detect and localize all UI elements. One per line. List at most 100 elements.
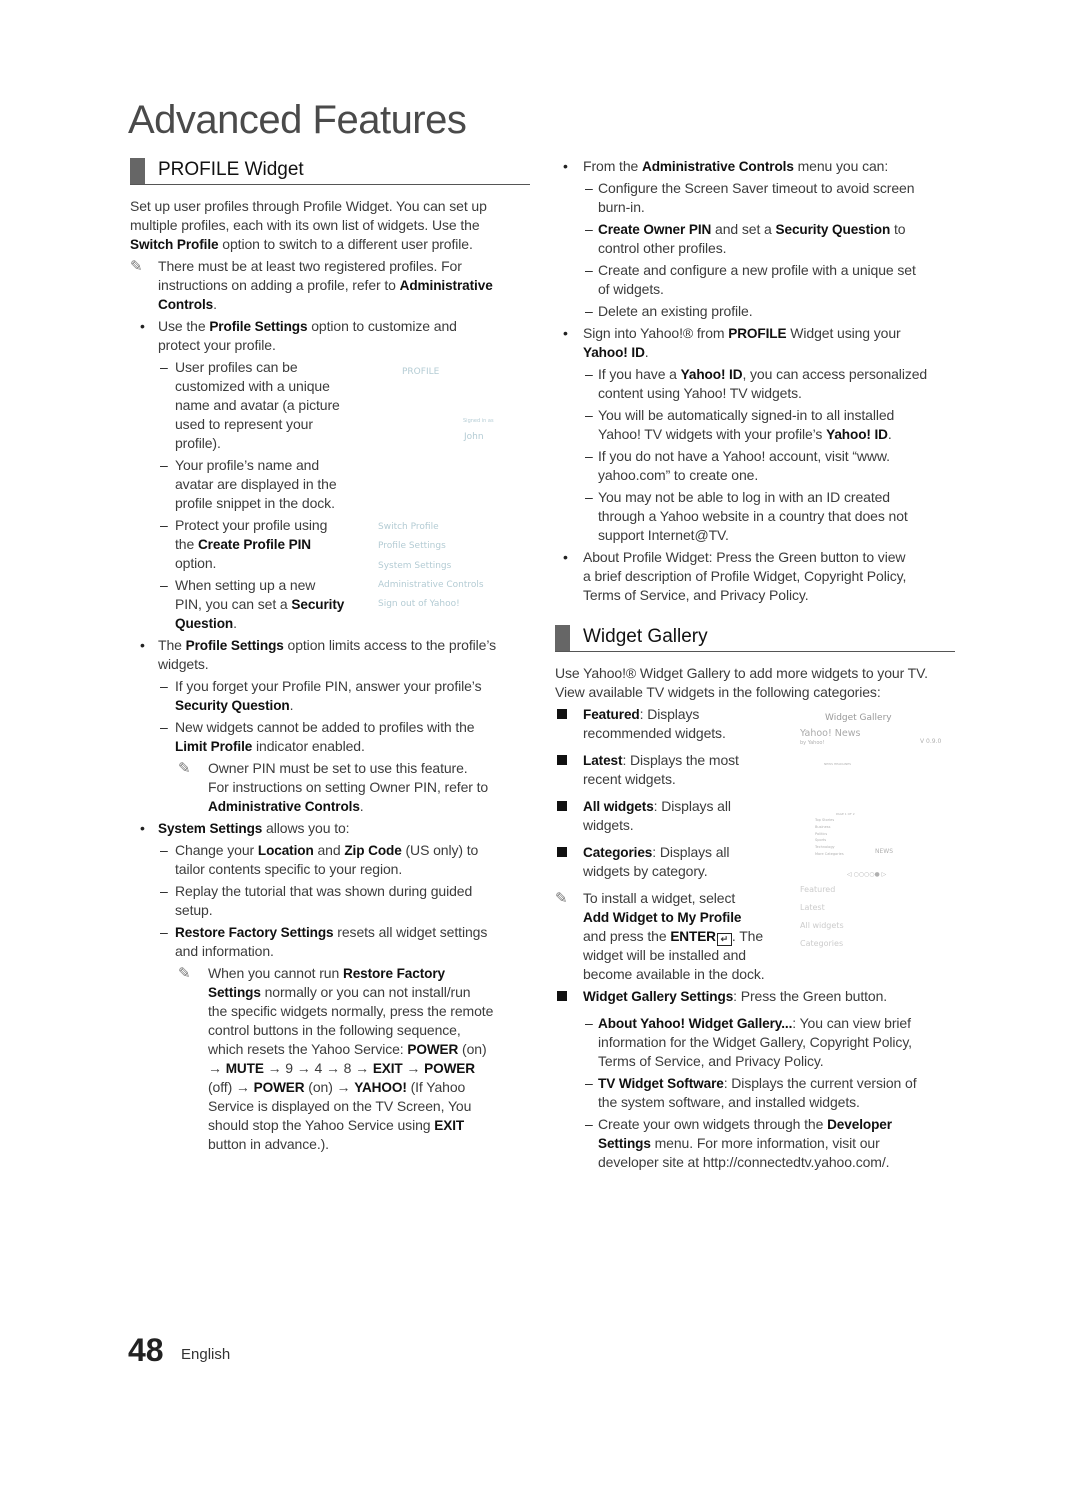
text: If you have a	[598, 366, 681, 382]
text: → 9 → 4 → 8 →	[263, 1060, 373, 1076]
text-line: Yahoo! ID.	[583, 343, 955, 362]
dash-block: – About Yahoo! Widget Gallery...: You can…	[555, 1014, 955, 1071]
text-line: New widgets cannot be added to profiles …	[175, 718, 530, 737]
section-title: PROFILE Widget	[158, 159, 304, 180]
bold-term: Administrative Controls	[208, 799, 360, 814]
profile-menu-item: Profile Settings	[378, 541, 446, 551]
news-category: Politics	[815, 831, 828, 836]
dash-block: – Create and configure a new profile with…	[555, 261, 955, 299]
dash-icon: –	[160, 577, 168, 593]
dash-icon: –	[160, 883, 168, 899]
bold-term: Controls	[158, 297, 214, 312]
dash-icon: –	[160, 457, 168, 473]
dash-icon: –	[160, 517, 168, 533]
text-line: widget will be installed and	[583, 946, 955, 965]
square-block: Featured: Displays recommended widgets.	[555, 705, 955, 743]
text-line: For instructions on setting Owner PIN, r…	[208, 778, 530, 797]
dash-icon: –	[160, 359, 168, 375]
page-label: PAGE 1 OF 2	[836, 812, 855, 816]
text-line: information for the Widget Gallery, Copy…	[598, 1033, 955, 1052]
square-block: Categories: Displays all widgets by categ…	[555, 843, 955, 881]
dash-block: – Create Owner PIN and set a Security Que…	[555, 220, 955, 258]
text: avatar are displayed in the	[175, 476, 337, 492]
note-pencil-icon: ✎	[178, 965, 191, 982]
text: .	[233, 615, 237, 631]
text: Create your own widgets through the	[598, 1116, 828, 1132]
bold-term: PROFILE	[728, 326, 787, 341]
note1-block: ✎ There must be at least two registered p…	[130, 257, 530, 314]
text-line: There must be at least two registered pr…	[158, 257, 530, 276]
text-line: widgets by category.	[583, 862, 955, 881]
text-line: If you do not have a Yahoo! account, vis…	[598, 447, 955, 466]
text-line: PIN, you can set a Security	[175, 595, 530, 614]
dash-block: – If you do not have a Yahoo! account, vi…	[555, 447, 955, 485]
text-line: About Profile Widget: Press the Green bu…	[583, 548, 955, 567]
text: which resets the Yahoo Service:	[208, 1041, 408, 1057]
page-title: Advanced Features	[128, 98, 467, 142]
text-line: Add Widget to My Profile	[583, 908, 955, 927]
dash-block: – You will be automatically signed-in to …	[555, 406, 955, 444]
dash-block: – Change your Location and Zip Code (US o…	[130, 841, 530, 879]
section-bar	[130, 158, 145, 184]
text-line: Yahoo! TV widgets with your profile’s Ya…	[598, 425, 955, 444]
text: .	[289, 697, 294, 713]
text: Terms of Service, and Privacy Policy.	[583, 587, 809, 603]
right-blocks-top: • From the Administrative Controls menu y…	[555, 157, 955, 605]
text-line: recommended widgets.	[583, 724, 955, 743]
text-line: Terms of Service, and Privacy Policy.	[598, 1052, 955, 1071]
bold-term: Switch Profile	[130, 237, 219, 252]
gallery-menu-item: All widgets	[800, 921, 844, 930]
news-category: Business	[815, 824, 831, 829]
text-line: the Create Profile PIN	[175, 535, 530, 554]
text-line: tailor contents specific to your region.	[175, 860, 530, 879]
text: burn-in.	[598, 199, 645, 215]
square-bullet-icon	[557, 705, 567, 724]
bold-term: EXIT	[372, 1061, 403, 1076]
bold-term: Profile Settings	[209, 319, 308, 334]
dash-icon: –	[585, 489, 593, 505]
text: profile).	[175, 435, 221, 451]
text: widgets.	[583, 817, 634, 833]
text-line: profile snippet in the dock.	[175, 494, 530, 513]
text-line: Owner PIN must be set to use this featur…	[208, 759, 530, 778]
text-line: Create and configure a new profile with …	[598, 261, 955, 280]
bold-term: Security Question	[775, 222, 891, 237]
profile-menu-item: System Settings	[378, 561, 452, 571]
dash-icon: –	[585, 1015, 593, 1031]
page-language: English	[181, 1346, 231, 1363]
bold-term: TV Widget Software	[598, 1076, 724, 1091]
widget-version: V 0.9.0	[920, 738, 942, 745]
text-line: Use Yahoo!® Widget Gallery to add more w…	[555, 664, 955, 683]
dash-block: – Protect your profile using the Create Pr…	[130, 516, 530, 573]
text: menu you can:	[793, 158, 889, 174]
text: For instructions on setting Owner PIN, r…	[208, 779, 489, 795]
text: You may not be able to log in with an ID…	[598, 489, 890, 505]
right-column: • From the Administrative Controls menu y…	[555, 157, 955, 1175]
profile-menu-item: Sign out of Yahoo!	[378, 599, 460, 609]
news-category: More Categories	[815, 851, 844, 856]
text-line: Create your own widgets through the Deve…	[598, 1115, 955, 1134]
text: name and avatar (a picture	[175, 397, 340, 413]
text: You will be automatically signed-in to a…	[598, 407, 895, 423]
text: control buttons in the following sequenc…	[208, 1022, 461, 1038]
text: yahoo.com” to create one.	[598, 467, 759, 483]
text: .	[359, 798, 364, 814]
bullet-block: • From the Administrative Controls menu y…	[555, 157, 955, 176]
text-line: multiple profiles, each with its own lis…	[130, 216, 530, 235]
text-line: (off) → POWER (on) → YAHOO! (If Yahoo	[208, 1078, 530, 1097]
gallery-menu-item: Featured	[800, 885, 836, 894]
text: and information.	[175, 943, 274, 959]
bold-term: Administrative	[399, 278, 493, 293]
square-block: All widgets: Displays all widgets.	[555, 797, 955, 835]
news-category: Top Stories	[815, 818, 835, 822]
text: New widgets cannot be added to profiles …	[175, 719, 475, 735]
signed-in-label: Signed in as	[463, 418, 494, 424]
text-line: avatar are displayed in the	[175, 475, 530, 494]
widget-name: Yahoo! News	[800, 728, 861, 739]
text-line: a brief description of Profile Widget, C…	[583, 567, 955, 586]
text-line: which resets the Yahoo Service: POWER (o…	[208, 1040, 530, 1059]
text-line: Widget Gallery Settings: Press the Green…	[583, 987, 955, 1006]
text: →	[402, 1060, 425, 1076]
page-number: 48	[128, 1332, 164, 1368]
text: recent widgets.	[583, 771, 676, 787]
